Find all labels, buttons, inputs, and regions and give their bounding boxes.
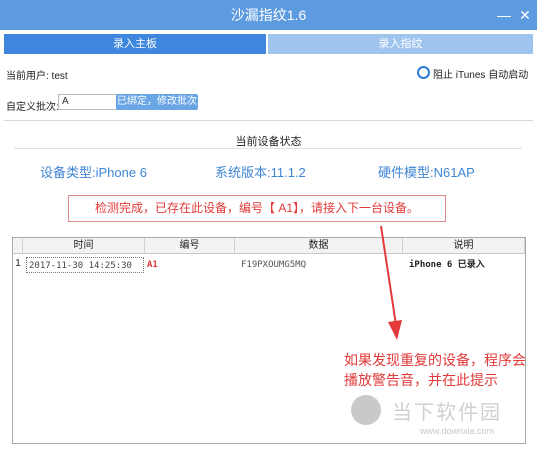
annotation-text: 如果发现重复的设备，程序会播放警告音，并在此提示	[344, 354, 526, 389]
watermark-text: 当下软件园	[392, 402, 502, 424]
watermark-url: www.downxia.com	[420, 426, 495, 436]
annotation-arrow-icon	[380, 225, 402, 340]
watermark-logo-icon	[351, 395, 381, 425]
